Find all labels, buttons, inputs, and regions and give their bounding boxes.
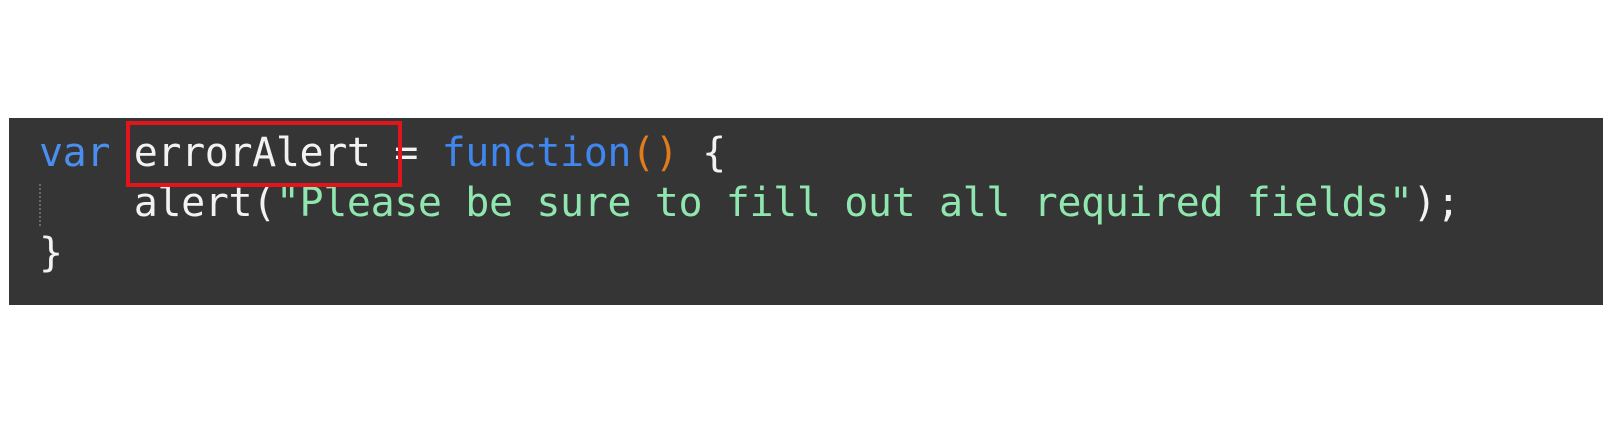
code-line-1: var errorAlert = function() {: [39, 128, 726, 178]
variable-identifier: errorAlert: [133, 130, 371, 176]
assignment-operator: =: [394, 130, 418, 176]
alert-open-paren: (: [252, 180, 276, 226]
alert-close: );: [1412, 180, 1461, 226]
close-brace: }: [39, 230, 63, 276]
code-line-2: alert("Please be sure to fill out all re…: [39, 178, 1461, 228]
alert-call-name: alert: [133, 180, 253, 226]
open-brace: {: [702, 130, 726, 176]
code-editor[interactable]: var errorAlert = function() { alert("Ple…: [9, 118, 1603, 305]
function-parens: (): [631, 130, 679, 176]
var-keyword: var: [39, 130, 111, 176]
alert-message-string: "Please be sure to fill out all required…: [275, 180, 1413, 226]
function-keyword: function: [441, 130, 632, 176]
code-line-3: }: [39, 228, 63, 278]
screenshot-stage: var errorAlert = function() { alert("Ple…: [0, 0, 1612, 424]
